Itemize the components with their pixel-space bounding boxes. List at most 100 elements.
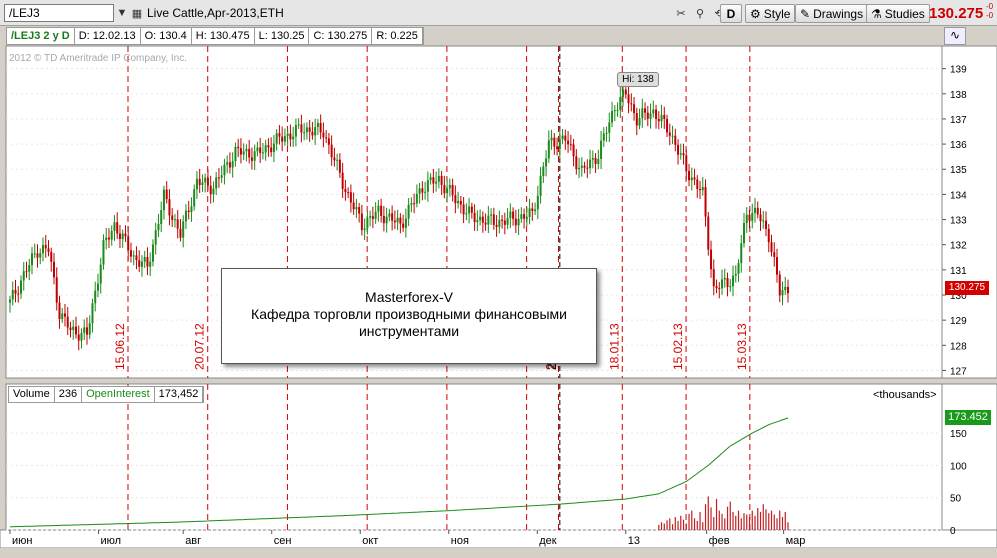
candle-body — [748, 214, 751, 221]
candle-body — [517, 218, 520, 226]
candle-body — [561, 135, 564, 140]
volume-value: 236 — [55, 387, 83, 402]
volume-tick-label: 100 — [950, 461, 967, 472]
volume-tick-label: 0 — [950, 526, 956, 537]
candle-body — [498, 219, 501, 227]
candle-body — [303, 132, 306, 134]
date-marker-label: 15.02.13 — [671, 323, 685, 370]
candle-body — [226, 162, 229, 165]
candle-body — [333, 157, 336, 161]
candle-body — [358, 207, 361, 214]
candle-body — [440, 175, 443, 185]
volume-bar — [721, 513, 723, 530]
copyright-text: 2012 © TD Ameritrade IP Company, Inc. — [9, 53, 188, 64]
candle-body — [429, 177, 432, 181]
candle-body — [470, 206, 473, 213]
volume-bar — [743, 513, 745, 530]
candle-body — [652, 109, 655, 114]
candle-body — [649, 113, 652, 119]
candle-body — [30, 253, 33, 266]
volume-label: Volume — [9, 387, 55, 402]
candle-body — [481, 216, 484, 223]
candle-body — [33, 253, 36, 255]
candle-body — [509, 211, 512, 219]
candle-body — [327, 138, 330, 145]
candle-body — [721, 279, 724, 289]
candle-body — [685, 155, 688, 171]
candle-body — [261, 152, 264, 154]
candle-body — [407, 204, 410, 219]
candle-body — [690, 177, 693, 181]
volume-bar — [693, 518, 696, 530]
time-tick-label: сен — [274, 535, 292, 547]
candle-body — [553, 137, 556, 147]
candle-body — [677, 144, 680, 155]
candle-body — [165, 189, 168, 200]
volume-bar — [688, 513, 690, 530]
candle-body — [360, 213, 363, 231]
candle-body — [715, 286, 718, 289]
candle-body — [201, 182, 204, 186]
candle-body — [206, 177, 209, 186]
candle-body — [784, 286, 787, 291]
candle-body — [718, 288, 721, 290]
candle-body — [622, 89, 625, 98]
time-axis — [0, 529, 997, 549]
candle-body — [594, 157, 597, 164]
candle-body — [91, 303, 94, 324]
candle-body — [308, 127, 311, 132]
candle-body — [124, 233, 127, 237]
candle-body — [495, 224, 498, 227]
candle-body — [25, 271, 28, 273]
volume-bar — [707, 496, 709, 530]
candle-body — [437, 175, 440, 182]
candle-body — [171, 215, 174, 220]
candle-body — [374, 211, 377, 219]
candle-body — [129, 250, 132, 257]
candle-body — [578, 167, 581, 170]
candle-body — [740, 243, 743, 264]
scrollbar[interactable] — [0, 548, 997, 558]
high-label: Hi: 138 — [617, 72, 659, 87]
candle-body — [608, 122, 611, 133]
volume-bar — [724, 518, 726, 530]
units-label: <thousands> — [873, 389, 937, 401]
candle-body — [641, 108, 644, 119]
candle-body — [657, 118, 660, 122]
candle-body — [539, 175, 542, 196]
candle-body — [330, 144, 333, 158]
candle-body — [781, 290, 784, 296]
candle-body — [633, 104, 636, 114]
candle-body — [385, 216, 388, 224]
candle-body — [600, 140, 603, 159]
price-tick-label: 135 — [950, 165, 967, 176]
candle-body — [732, 275, 735, 287]
candle-body — [223, 164, 226, 176]
candle-body — [352, 202, 355, 210]
candle-body — [707, 216, 710, 250]
candle-body — [264, 145, 267, 153]
volume-bar — [671, 524, 674, 530]
candle-body — [52, 261, 55, 278]
message-line-3: инструментами — [358, 323, 460, 339]
candle-body — [162, 189, 165, 211]
candle-body — [726, 277, 729, 287]
volume-bar — [757, 508, 759, 530]
price-tick-label: 134 — [950, 190, 967, 201]
candle-body — [36, 253, 39, 258]
candle-body — [534, 209, 537, 211]
candle-body — [525, 216, 528, 219]
candle-body — [545, 158, 548, 167]
volume-bar — [713, 517, 715, 530]
volume-bar — [779, 510, 781, 530]
candle-body — [72, 326, 75, 331]
candle-body — [116, 222, 119, 234]
candle-body — [283, 136, 286, 142]
volume-bar — [663, 523, 665, 530]
candle-body — [366, 217, 369, 229]
candle-body — [536, 195, 539, 210]
candle-body — [597, 158, 600, 164]
volume-bar — [680, 515, 682, 530]
candle-body — [605, 132, 608, 134]
candle-body — [66, 316, 69, 328]
